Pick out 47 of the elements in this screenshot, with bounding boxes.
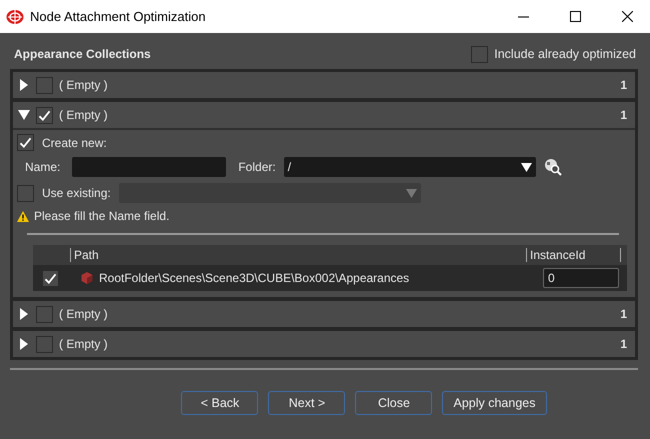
checkbox[interactable] (17, 134, 34, 151)
column-header[interactable]: Path (70, 248, 526, 262)
checkbox[interactable] (36, 336, 53, 352)
collection-label: ( Empty ) (59, 307, 109, 321)
dialog-button[interactable]: Apply changes (442, 391, 546, 415)
checkbox[interactable] (17, 184, 34, 202)
dialog-button[interactable]: Next > (268, 391, 346, 415)
use-existing-label: Use existing: (42, 186, 111, 200)
collection-label: ( Empty ) (59, 78, 109, 92)
warning-icon (17, 210, 29, 222)
collection-label: ( Empty ) (59, 337, 109, 351)
checkbox[interactable] (36, 106, 53, 124)
close-icon (622, 11, 632, 22)
dialog-button[interactable]: Close (355, 391, 432, 415)
dialog-button[interactable]: < Back (181, 391, 258, 415)
instance-id-field[interactable]: 0 (543, 268, 619, 288)
caret-icon (520, 162, 532, 172)
minimize-icon (518, 16, 528, 18)
window-title: Node Attachment Optimization (30, 9, 207, 24)
checkbox[interactable] (36, 306, 53, 322)
globe-search-icon[interactable] (544, 158, 562, 176)
collection-count: 1 (620, 78, 627, 92)
maximize-icon (570, 11, 580, 22)
column-header[interactable]: InstanceId (526, 248, 621, 262)
warning-message: Please fill the Name field. (34, 209, 170, 223)
checkbox[interactable] (42, 270, 58, 286)
checkbox[interactable] (36, 76, 53, 94)
collapse-arrow-icon[interactable] (18, 109, 30, 121)
name-field[interactable] (72, 157, 226, 177)
path-cell: RootFolder\Scenes\Scene3D\CUBE\Box002\Appearances (99, 271, 410, 285)
section-title: Appearance Collections (14, 47, 151, 61)
app-logo-icon (6, 8, 24, 24)
cube-icon (81, 272, 93, 284)
expand-arrow-icon[interactable] (18, 308, 30, 320)
collection-count: 1 (620, 108, 627, 122)
folder-label: Folder: (238, 160, 276, 174)
collection-label: ( Empty ) (59, 108, 109, 122)
expand-arrow-icon[interactable] (18, 79, 30, 91)
caret-icon (406, 188, 417, 198)
collection-count: 1 (620, 337, 627, 351)
expand-arrow-icon[interactable] (18, 338, 30, 350)
checkbox[interactable] (471, 46, 488, 62)
name-label: Name: (25, 160, 60, 174)
create-new-label: Create new: (42, 136, 107, 150)
collection-count: 1 (620, 307, 627, 321)
folder-dropdown[interactable]: / (284, 157, 536, 177)
include-optimized-label: Include already optimized (494, 47, 636, 61)
